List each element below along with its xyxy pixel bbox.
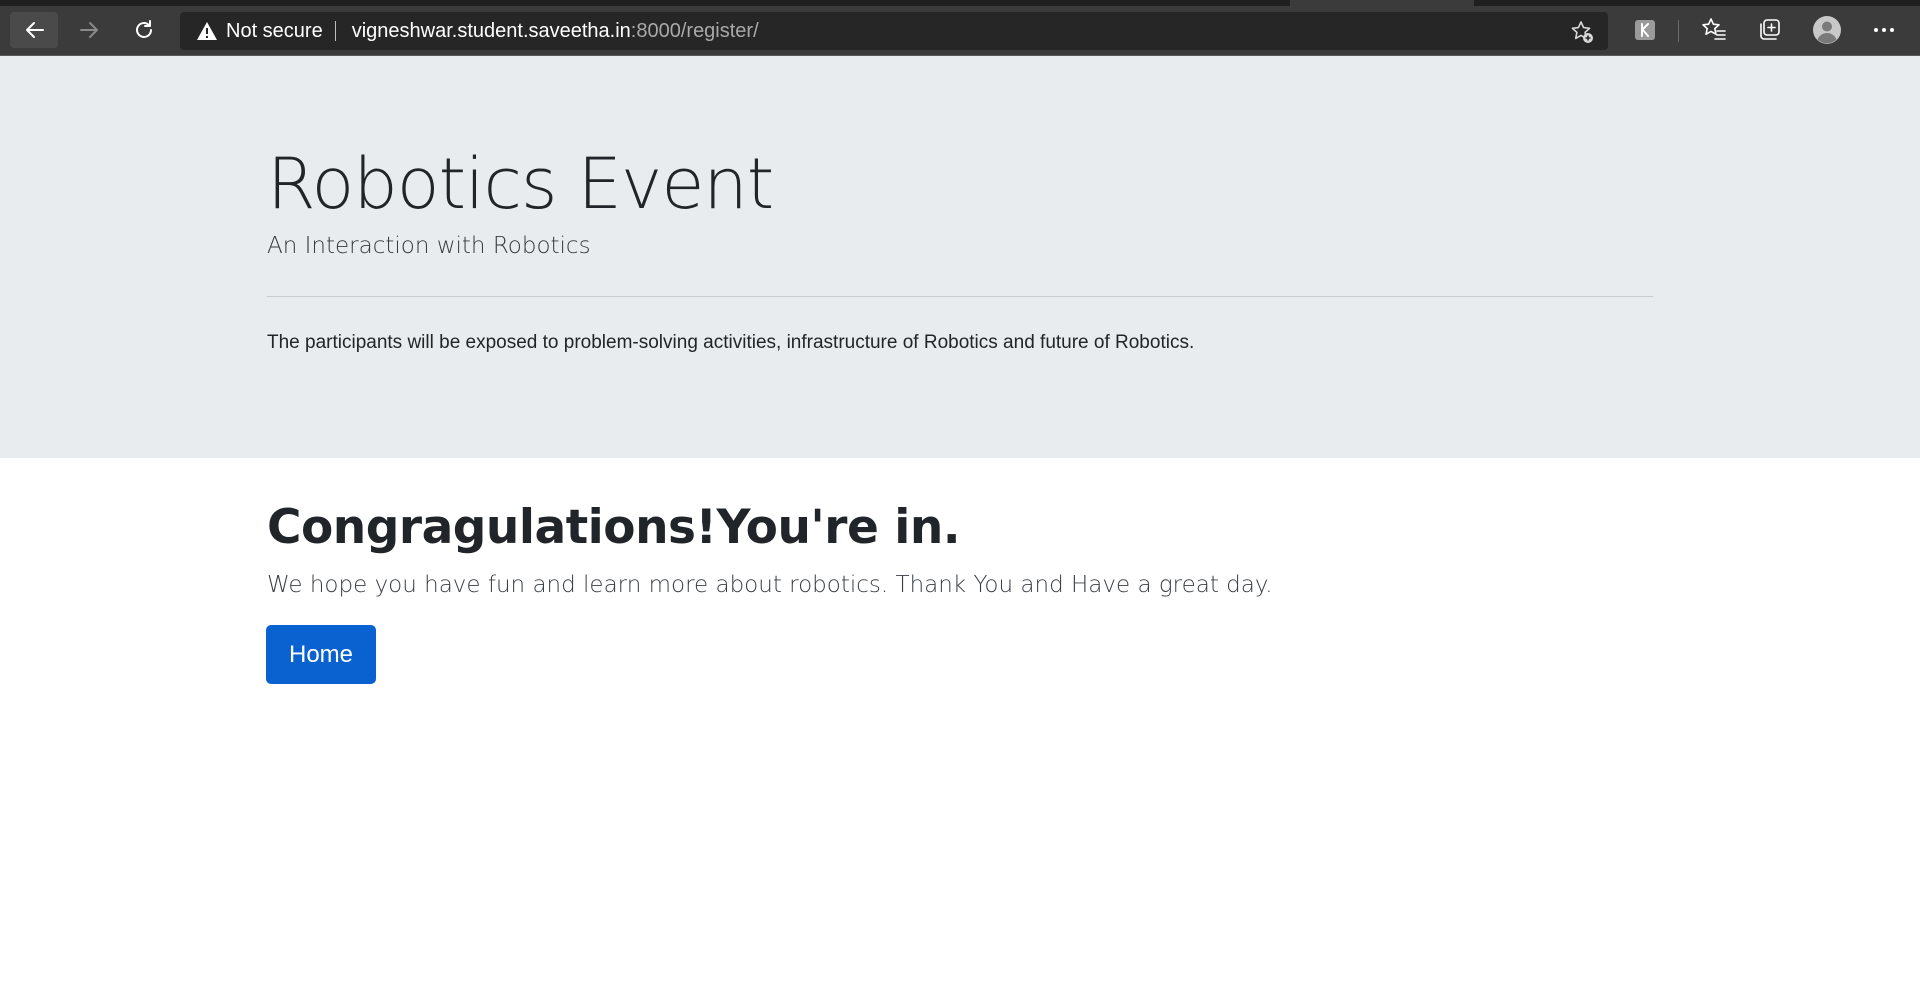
- back-button[interactable]: [10, 12, 58, 48]
- forward-button[interactable]: [66, 12, 114, 48]
- star-plus-icon[interactable]: [1570, 20, 1594, 44]
- jumbotron-header: Robotics Event An Interaction with Robot…: [0, 56, 1920, 458]
- home-button[interactable]: Home: [266, 625, 376, 684]
- reload-icon: [132, 18, 156, 42]
- tab-strip: [0, 0, 1290, 6]
- address-bar[interactable]: Not secure vigneshwar.student.saveetha.i…: [180, 12, 1608, 50]
- page-subtitle: An Interaction with Robotics: [267, 233, 591, 259]
- browser-toolbar: Not secure vigneshwar.student.saveetha.i…: [0, 0, 1920, 56]
- tab-strip-right: [1474, 0, 1920, 6]
- toolbar-separator: [1678, 20, 1679, 42]
- url-host: vigneshwar.student.saveetha.in: [351, 19, 631, 42]
- url-path: :8000/register/: [630, 19, 759, 42]
- success-heading: Congragulations!You're in.: [267, 500, 961, 555]
- event-description: The participants will be exposed to prob…: [267, 332, 1195, 353]
- favorites-list-icon[interactable]: [1698, 14, 1730, 46]
- security-indicator[interactable]: Not secure: [226, 20, 323, 43]
- reload-button[interactable]: [120, 12, 168, 48]
- collections-icon[interactable]: [1754, 14, 1786, 46]
- success-message: We hope you have fun and learn more abou…: [267, 572, 1273, 598]
- divider: [267, 296, 1653, 297]
- more-menu-icon[interactable]: [1868, 14, 1900, 46]
- address-separator: [334, 21, 336, 41]
- back-arrow-icon: [23, 19, 45, 41]
- warning-triangle-icon: [196, 20, 218, 42]
- profile-avatar-icon[interactable]: [1811, 14, 1843, 46]
- page-title: Robotics Event: [267, 143, 774, 225]
- forward-arrow-icon: [79, 19, 101, 41]
- extension-icon[interactable]: [1629, 14, 1661, 46]
